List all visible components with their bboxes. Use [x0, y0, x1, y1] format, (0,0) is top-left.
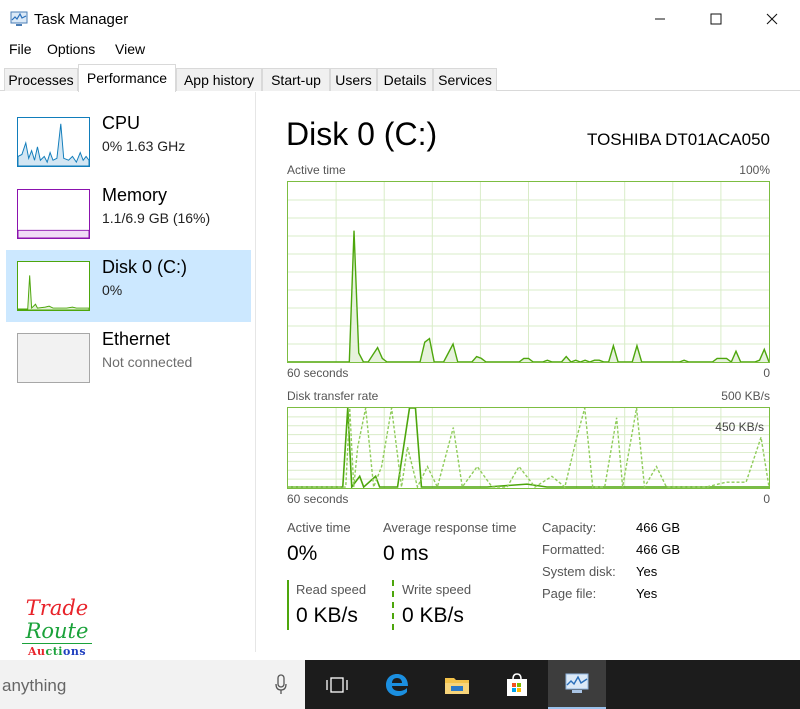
close-icon: [766, 13, 778, 25]
response-time-stat-label: Average response time: [383, 520, 517, 535]
menu-file[interactable]: File: [9, 41, 32, 57]
menu-options[interactable]: Options: [47, 41, 95, 57]
sidebar-memory-usage: 1.1/6.9 GB (16%): [102, 210, 211, 226]
system-disk-value: Yes: [636, 564, 658, 579]
transfer-rate-graph-max: 500 KB/s: [721, 389, 770, 403]
active-time-graph-min: 0: [763, 366, 770, 380]
store-icon: [507, 672, 527, 696]
tab-processes[interactable]: Processes: [4, 68, 78, 91]
tab-details[interactable]: Details: [377, 68, 433, 91]
active-time-graph-label: Active time: [287, 163, 346, 177]
tab-performance[interactable]: Performance: [78, 64, 176, 92]
taskbar: anything: [0, 660, 800, 709]
disk-properties: Capacity: 466 GB Formatted: 466 GB Syste…: [542, 520, 742, 610]
cpu-thumbnail-graph: [17, 117, 90, 167]
sidebar-disk-usage: 0%: [102, 282, 123, 298]
active-time-stat-label: Active time: [287, 520, 351, 535]
active-time-stat-value: 0%: [287, 542, 318, 565]
maximize-button[interactable]: [688, 0, 744, 38]
sidebar-cpu-usage: 0% 1.63 GHz: [102, 138, 186, 154]
logo-line-auctions: Auctions: [27, 645, 87, 658]
file-explorer-button[interactable]: [428, 660, 486, 709]
ethernet-thumbnail-graph: [17, 333, 90, 383]
minimize-button[interactable]: [632, 0, 688, 38]
close-button[interactable]: [744, 0, 800, 38]
title-bar[interactable]: Task Manager: [0, 0, 800, 38]
response-time-stat-value: 0 ms: [383, 542, 429, 565]
sidebar-item-ethernet[interactable]: Ethernet Not connected: [6, 322, 251, 394]
sidebar-disk-label: Disk 0 (C:): [102, 257, 187, 277]
capacity-label: Capacity:: [542, 520, 597, 535]
read-speed-label: Read speed: [296, 582, 367, 597]
menu-bar: File Options View: [0, 38, 800, 62]
task-manager-window: Task Manager File Options View Processes…: [0, 0, 800, 660]
trade-route-auctions-logo: Trade Route Auctions: [22, 597, 92, 660]
write-speed-value: 0 KB/s: [402, 604, 464, 627]
transfer-rate-graph-duration: 60 seconds: [287, 492, 349, 506]
memory-thumbnail-graph: [17, 189, 90, 239]
microphone-icon[interactable]: [274, 674, 288, 696]
task-manager-icon: [565, 673, 589, 693]
sidebar-ethernet-status: Not connected: [102, 354, 193, 370]
logo-line-route: Route: [22, 619, 92, 644]
page-file-label: Page file:: [542, 586, 597, 601]
resource-sidebar: CPU 0% 1.63 GHz Memory 1.1/6.9 GB (16%) …: [0, 92, 256, 658]
disk-model: TOSHIBA DT01ACA050: [587, 130, 770, 149]
menu-view[interactable]: View: [115, 41, 145, 57]
capacity-value: 466 GB: [636, 520, 681, 535]
tab-start-up[interactable]: Start-up: [262, 68, 330, 91]
logo-line-trade: Trade: [25, 596, 89, 620]
sidebar-ethernet-label: Ethernet: [102, 329, 171, 349]
read-speed-indicator: [287, 580, 289, 630]
disk-details-panel: Disk 0 (C:) TOSHIBA DT01ACA050 Active ti…: [256, 92, 800, 652]
write-speed-label: Write speed: [402, 582, 472, 597]
task-manager-taskbar-button[interactable]: [548, 660, 606, 709]
read-speed-value: 0 KB/s: [296, 604, 358, 627]
transfer-rate-graph: [287, 407, 770, 489]
search-box[interactable]: anything: [0, 660, 305, 709]
maximize-icon: [710, 13, 722, 25]
transfer-rate-graph-label: Disk transfer rate: [287, 389, 379, 403]
formatted-label: Formatted:: [542, 542, 605, 557]
transfer-rate-graph-min: 0: [763, 492, 770, 506]
formatted-value: 466 GB: [636, 542, 681, 557]
tab-services[interactable]: Services: [433, 68, 497, 91]
active-time-graph-max: 100%: [739, 163, 770, 177]
sidebar-cpu-label: CPU: [102, 113, 141, 133]
active-time-graph: [287, 181, 770, 363]
search-placeholder: anything: [2, 676, 67, 695]
sidebar-item-disk[interactable]: Disk 0 (C:) 0%: [6, 250, 251, 322]
file-explorer-icon: [445, 677, 469, 694]
task-view-icon: [326, 676, 348, 693]
transfer-rate-inner-scale: 450 KB/s: [715, 420, 764, 434]
tab-strip: Processes Performance App history Start-…: [0, 64, 800, 92]
task-view-button[interactable]: [308, 660, 366, 709]
sidebar-item-memory[interactable]: Memory 1.1/6.9 GB (16%): [6, 178, 251, 250]
sidebar-item-cpu[interactable]: CPU 0% 1.63 GHz: [6, 106, 251, 178]
store-button[interactable]: [488, 660, 546, 709]
tab-app-history[interactable]: App history: [176, 68, 262, 91]
disk-thumbnail-graph: [17, 261, 90, 311]
edge-button[interactable]: [368, 660, 426, 709]
window-title: Task Manager: [34, 11, 129, 28]
disk-title: Disk 0 (C:): [286, 116, 438, 152]
system-disk-label: System disk:: [542, 564, 616, 579]
sidebar-memory-label: Memory: [102, 185, 168, 205]
tab-users[interactable]: Users: [330, 68, 377, 91]
active-time-graph-duration: 60 seconds: [287, 366, 349, 380]
task-manager-app-icon: [10, 11, 28, 26]
write-speed-indicator: [392, 580, 394, 630]
page-file-value: Yes: [636, 586, 658, 601]
edge-icon: [386, 673, 408, 696]
minimize-icon: [655, 18, 665, 20]
